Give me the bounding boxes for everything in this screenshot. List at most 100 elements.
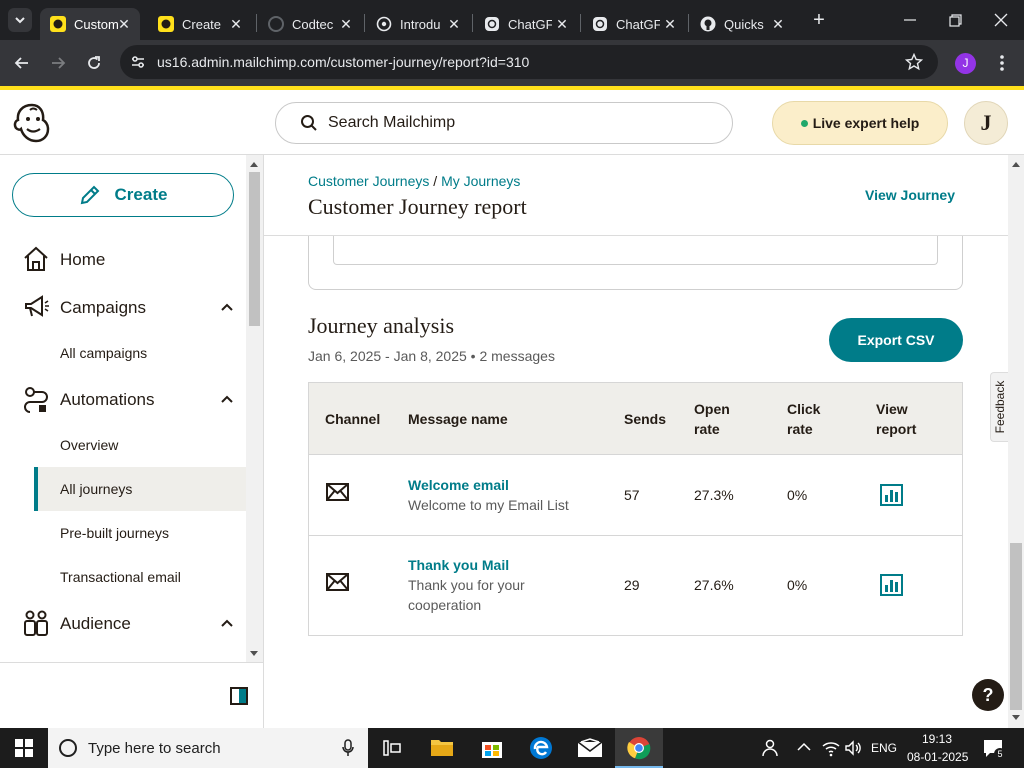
site-info-icon[interactable] xyxy=(130,54,146,70)
sidebar-item-all-campaigns[interactable]: All campaigns xyxy=(60,345,147,361)
mailchimp-logo-icon[interactable] xyxy=(12,102,52,144)
new-tab-plus-icon[interactable]: + xyxy=(808,8,830,32)
column-header-view-report-line1: View xyxy=(876,401,908,417)
restore-icon[interactable] xyxy=(945,10,965,30)
tab-customer-journey[interactable]: Custom ✕ xyxy=(40,8,140,40)
sends-value: 57 xyxy=(624,487,640,503)
chrome-taskbar-button[interactable] xyxy=(615,728,663,768)
message-name-link[interactable]: Thank you Mail xyxy=(408,557,509,573)
view-journey-link[interactable]: View Journey xyxy=(865,187,955,203)
tab-separator xyxy=(472,14,473,32)
close-icon[interactable]: ✕ xyxy=(228,16,244,32)
microsoft-store-icon[interactable] xyxy=(480,736,504,760)
sidebar-item-campaigns[interactable]: Campaigns xyxy=(60,298,146,318)
task-view-icon[interactable] xyxy=(382,738,402,758)
wifi-icon[interactable] xyxy=(822,739,840,757)
audience-icon xyxy=(22,609,50,637)
close-icon[interactable]: ✕ xyxy=(446,16,462,32)
help-button[interactable]: ? xyxy=(972,679,1004,711)
tab-introduction[interactable]: Introdu ✕ xyxy=(366,8,470,40)
scroll-down-arrow-icon[interactable] xyxy=(1011,714,1021,722)
close-window-icon[interactable] xyxy=(991,10,1011,30)
people-icon[interactable] xyxy=(760,738,780,758)
message-name-link[interactable]: Welcome email xyxy=(408,477,509,493)
mail-app-icon[interactable] xyxy=(577,738,603,758)
reload-icon[interactable] xyxy=(84,53,104,73)
tab-chatgpt-1[interactable]: ChatGF ✕ xyxy=(474,8,578,40)
export-csv-button[interactable]: Export CSV xyxy=(829,318,963,362)
scroll-up-arrow-icon[interactable] xyxy=(1011,160,1021,168)
forward-arrow-icon[interactable] xyxy=(48,53,68,73)
sidebar-item-automations[interactable]: Automations xyxy=(60,390,155,410)
sidebar-item-home[interactable]: Home xyxy=(60,250,105,270)
back-arrow-icon[interactable] xyxy=(12,53,32,73)
feedback-label[interactable]: Feedback xyxy=(993,377,1007,437)
close-icon[interactable]: ✕ xyxy=(554,16,570,32)
tab-chatgpt-2[interactable]: ChatGF ✕ xyxy=(582,8,686,40)
scroll-up-arrow-icon[interactable] xyxy=(249,160,259,168)
tab-title: Introdu xyxy=(400,16,441,32)
journey-analysis-subtitle: Jan 6, 2025 - Jan 8, 2025 • 2 messages xyxy=(308,348,555,364)
url-text: us16.admin.mailchimp.com/customer-journe… xyxy=(157,54,530,70)
volume-icon[interactable] xyxy=(844,739,862,757)
profile-avatar[interactable]: J xyxy=(955,53,976,74)
sidebar-item-all-journeys[interactable]: All journeys xyxy=(60,481,132,497)
openai-favicon-icon xyxy=(592,16,608,32)
tab-search-button[interactable] xyxy=(8,8,32,32)
collapse-sidebar-icon[interactable] xyxy=(230,687,248,705)
microphone-icon[interactable] xyxy=(342,739,354,757)
sidebar-item-audience[interactable]: Audience xyxy=(60,614,131,634)
tab-codtech[interactable]: Codtec ✕ xyxy=(258,8,362,40)
sends-value: 29 xyxy=(624,577,640,593)
breadcrumb-my-journeys[interactable]: My Journeys xyxy=(441,173,520,189)
bar-chart-report-icon[interactable] xyxy=(880,574,903,596)
github-favicon-icon xyxy=(700,16,716,32)
bar-chart-report-icon[interactable] xyxy=(880,484,903,506)
sidebar-item-prebuilt-journeys[interactable]: Pre-built journeys xyxy=(60,525,169,541)
previous-card-inner xyxy=(333,236,938,265)
close-icon[interactable]: ✕ xyxy=(662,16,678,32)
taskbar-search-placeholder: Type here to search xyxy=(88,739,221,757)
message-subject: Welcome to my Email List xyxy=(408,497,569,513)
windows-start-icon[interactable] xyxy=(15,739,33,757)
automations-icon xyxy=(22,385,50,413)
sidebar-scrollbar-thumb[interactable] xyxy=(249,172,260,326)
minimize-icon[interactable] xyxy=(900,10,920,30)
browser-menu-icon[interactable] xyxy=(995,53,1009,73)
chevron-up-icon[interactable] xyxy=(220,618,234,628)
live-expert-help-button[interactable]: Live expert help xyxy=(772,101,948,145)
sidebar xyxy=(0,155,264,728)
open-rate-value: 27.6% xyxy=(694,577,734,593)
language-indicator[interactable]: ENG xyxy=(871,741,897,755)
column-header-channel: Channel xyxy=(325,411,381,427)
clock-time[interactable]: 19:13 xyxy=(922,732,952,746)
file-explorer-icon[interactable] xyxy=(430,736,454,758)
chevron-up-icon[interactable] xyxy=(220,302,234,312)
row-divider xyxy=(309,535,962,536)
sidebar-item-overview[interactable]: Overview xyxy=(60,437,118,453)
main-scrollbar-thumb[interactable] xyxy=(1010,543,1022,710)
breadcrumb-customer-journeys[interactable]: Customer Journeys xyxy=(308,173,429,189)
scroll-down-arrow-icon[interactable] xyxy=(249,650,259,658)
create-button[interactable]: Create xyxy=(12,173,234,217)
tab-quickstart[interactable]: Quicks ✕ xyxy=(690,8,794,40)
bookmark-star-icon[interactable] xyxy=(905,53,923,71)
show-hidden-icons-chevron-icon[interactable] xyxy=(797,742,811,752)
tab-title: ChatGF xyxy=(616,16,660,32)
search-placeholder: Search Mailchimp xyxy=(328,114,456,131)
close-icon[interactable]: ✕ xyxy=(770,16,786,32)
clock-date[interactable]: 08-01-2025 xyxy=(907,750,968,764)
address-bar[interactable]: us16.admin.mailchimp.com/customer-journe… xyxy=(120,45,938,79)
search-input[interactable]: Search Mailchimp xyxy=(275,102,733,144)
close-icon[interactable]: ✕ xyxy=(338,16,354,32)
taskbar-search-box[interactable]: Type here to search xyxy=(48,728,368,768)
close-icon[interactable]: ✕ xyxy=(116,16,132,32)
sidebar-item-transactional-email[interactable]: Transactional email xyxy=(60,569,181,585)
chevron-up-icon[interactable] xyxy=(220,394,234,404)
live-expert-help-label: Live expert help xyxy=(812,115,920,131)
mailchimp-favicon-icon xyxy=(50,16,66,32)
tab-create[interactable]: Create ✕ xyxy=(148,8,252,40)
user-avatar[interactable]: J xyxy=(964,101,1008,145)
breadcrumb: Customer Journeys / My Journeys xyxy=(308,173,520,189)
edge-browser-icon[interactable] xyxy=(529,736,553,760)
